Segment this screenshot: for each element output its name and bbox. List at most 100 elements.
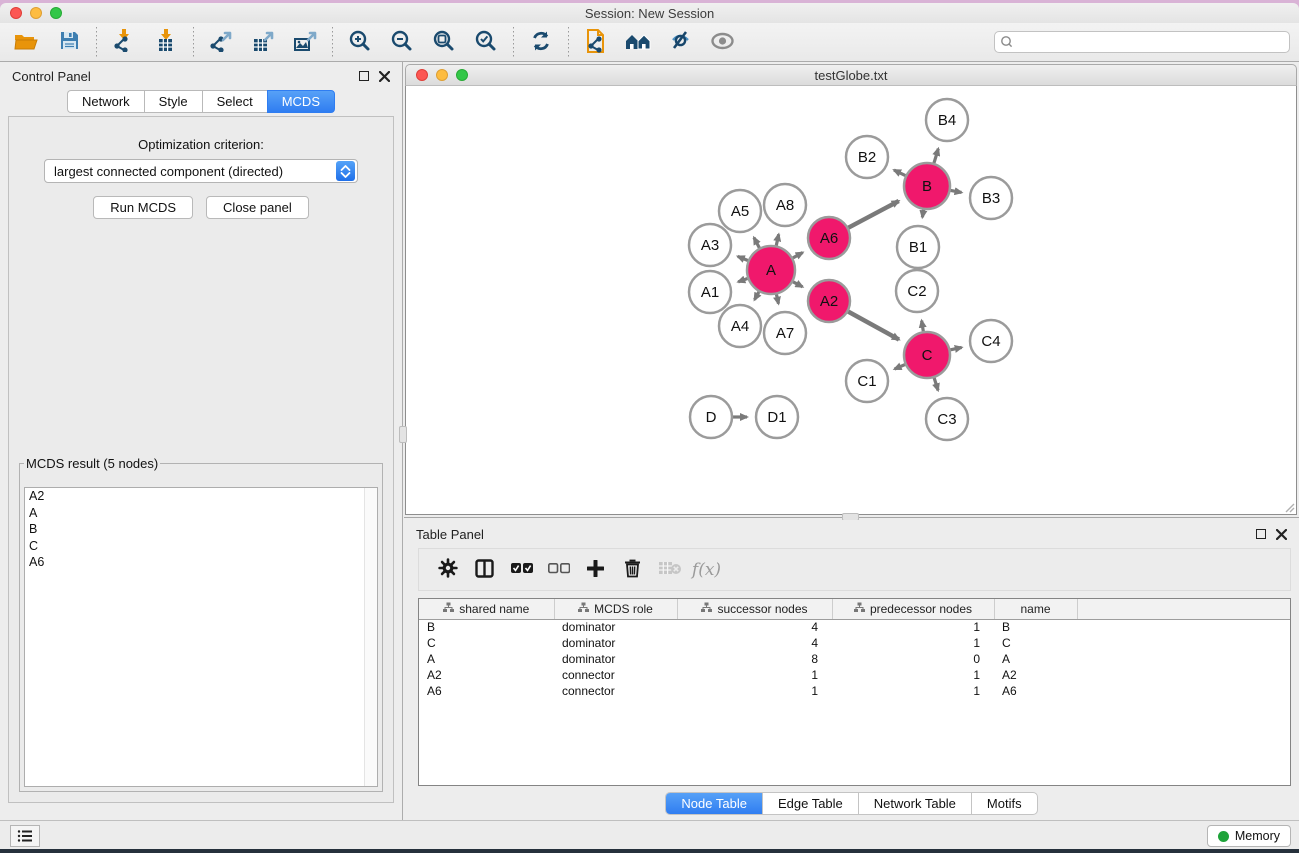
graph-node-A2[interactable]: A2	[808, 280, 850, 322]
cell-successor-nodes[interactable]: 4	[677, 619, 832, 635]
cell-predecessor-nodes[interactable]: 1	[832, 619, 994, 635]
graph-node-A4[interactable]: A4	[719, 305, 761, 347]
cell-MCDS-role[interactable]: connector	[554, 667, 677, 683]
column-header-predecessor-nodes[interactable]: predecessor nodes	[832, 599, 994, 619]
table-row[interactable]: A2connector11A2	[419, 667, 1290, 683]
select-all-columns-button[interactable]	[503, 553, 540, 587]
tab-mcds[interactable]: MCDS	[267, 90, 335, 113]
graph-node-C1[interactable]: C1	[846, 360, 888, 402]
float-panel-icon[interactable]	[359, 71, 369, 81]
edge-B-B1[interactable]	[922, 210, 923, 218]
task-history-button[interactable]	[10, 825, 40, 847]
show-all-button[interactable]	[701, 26, 743, 58]
cell-name[interactable]: A6	[994, 683, 1077, 699]
mcds-result-item[interactable]: A	[25, 505, 377, 522]
edge-C-C4[interactable]	[950, 347, 961, 349]
edge-A-A1[interactable]	[738, 278, 747, 281]
table-row[interactable]: A6connector11A6	[419, 683, 1290, 699]
cell-predecessor-nodes[interactable]: 1	[832, 635, 994, 651]
cell-shared-name[interactable]: B	[419, 619, 554, 635]
graph-node-B1[interactable]: B1	[897, 226, 939, 268]
node-table[interactable]: shared nameMCDS rolesuccessor nodesprede…	[418, 598, 1291, 786]
network-canvas[interactable]: B4B2BB3B1A5A8A6A3AA1C2A2A4A7C4CC1C3DD1	[405, 86, 1297, 515]
import-network-button[interactable]	[103, 26, 145, 58]
cell-successor-nodes[interactable]: 1	[677, 683, 832, 699]
mcds-list-scrollbar[interactable]	[364, 488, 377, 786]
tab-edge-table[interactable]: Edge Table	[763, 793, 859, 814]
graph-node-A3[interactable]: A3	[689, 224, 731, 266]
export-network-button[interactable]	[200, 26, 242, 58]
graph-node-B2[interactable]: B2	[846, 136, 888, 178]
graph-node-D1[interactable]: D1	[756, 396, 798, 438]
graph-node-A8[interactable]: A8	[764, 184, 806, 226]
edge-A-A5[interactable]	[754, 238, 759, 248]
close-panel-icon[interactable]	[379, 71, 390, 82]
graph-node-A5[interactable]: A5	[719, 190, 761, 232]
cell-shared-name[interactable]: A6	[419, 683, 554, 699]
cell-shared-name[interactable]: A2	[419, 667, 554, 683]
cell-name[interactable]: C	[994, 635, 1077, 651]
edge-A-A7[interactable]	[776, 294, 778, 303]
tab-node-table[interactable]: Node Table	[666, 793, 763, 814]
cell-predecessor-nodes[interactable]: 0	[832, 651, 994, 667]
export-table-button[interactable]	[242, 26, 284, 58]
memory-button[interactable]: Memory	[1207, 825, 1291, 847]
cell-shared-name[interactable]: A	[419, 651, 554, 667]
mcds-result-item[interactable]: A2	[25, 488, 377, 505]
cell-name[interactable]: A2	[994, 667, 1077, 683]
network-window-titlebar[interactable]: testGlobe.txt	[405, 64, 1297, 86]
edge-A-A6[interactable]	[793, 252, 803, 257]
table-row[interactable]: Adominator80A	[419, 651, 1290, 667]
graph-node-C4[interactable]: C4	[970, 320, 1012, 362]
edge-A-A8[interactable]	[776, 234, 778, 245]
edge-C-C3[interactable]	[934, 378, 938, 390]
cell-predecessor-nodes[interactable]: 1	[832, 683, 994, 699]
unselect-all-columns-button[interactable]	[540, 553, 577, 587]
edge-A6-B[interactable]	[848, 201, 898, 228]
cell-name[interactable]: A	[994, 651, 1077, 667]
show-columns-button[interactable]	[466, 553, 503, 587]
cell-shared-name[interactable]: C	[419, 635, 554, 651]
edge-B-B2[interactable]	[894, 170, 905, 176]
resize-corner-icon[interactable]	[1283, 501, 1295, 513]
mcds-result-item[interactable]: C	[25, 538, 377, 555]
edge-A-A3[interactable]	[738, 256, 748, 260]
tab-network-table[interactable]: Network Table	[859, 793, 972, 814]
hide-selected-button[interactable]	[659, 26, 701, 58]
settings-gear-button[interactable]	[429, 553, 466, 587]
graph-node-C3[interactable]: C3	[926, 398, 968, 440]
tab-select[interactable]: Select	[202, 90, 267, 113]
close-table-panel-icon[interactable]	[1276, 529, 1287, 540]
tab-style[interactable]: Style	[144, 90, 202, 113]
graph-node-A1[interactable]: A1	[689, 271, 731, 313]
edge-C-C2[interactable]	[922, 321, 924, 332]
graph-node-A[interactable]: A	[747, 246, 795, 294]
run-mcds-button[interactable]: Run MCDS	[93, 196, 193, 219]
graph-node-A7[interactable]: A7	[764, 312, 806, 354]
cell-predecessor-nodes[interactable]: 1	[832, 667, 994, 683]
cell-MCDS-role[interactable]: connector	[554, 683, 677, 699]
column-header-name[interactable]: name	[994, 599, 1077, 619]
zoom-in-button[interactable]	[339, 26, 381, 58]
delete-columns-button[interactable]	[614, 553, 651, 587]
first-neighbors-button[interactable]	[617, 26, 659, 58]
table-row[interactable]: Bdominator41B	[419, 619, 1290, 635]
cell-successor-nodes[interactable]: 1	[677, 667, 832, 683]
mcds-result-item[interactable]: B	[25, 521, 377, 538]
import-table-button[interactable]	[145, 26, 187, 58]
graph-node-C2[interactable]: C2	[896, 270, 938, 312]
create-column-button[interactable]	[577, 553, 614, 587]
graph-node-B4[interactable]: B4	[926, 99, 968, 141]
column-header-shared-name[interactable]: shared name	[419, 599, 554, 619]
cell-successor-nodes[interactable]: 4	[677, 635, 832, 651]
zoom-selected-button[interactable]	[465, 26, 507, 58]
column-header-MCDS-role[interactable]: MCDS role	[554, 599, 677, 619]
save-session-button[interactable]	[48, 26, 90, 58]
search-box[interactable]	[994, 31, 1290, 53]
vertical-splitter-handle[interactable]	[399, 426, 407, 443]
edge-B-B3[interactable]	[951, 190, 962, 192]
edge-A2-C[interactable]	[848, 312, 899, 340]
tab-network[interactable]: Network	[67, 90, 144, 113]
close-panel-button[interactable]: Close panel	[206, 196, 309, 219]
optimization-criterion-select[interactable]: largest connected component (directed)	[44, 159, 358, 183]
